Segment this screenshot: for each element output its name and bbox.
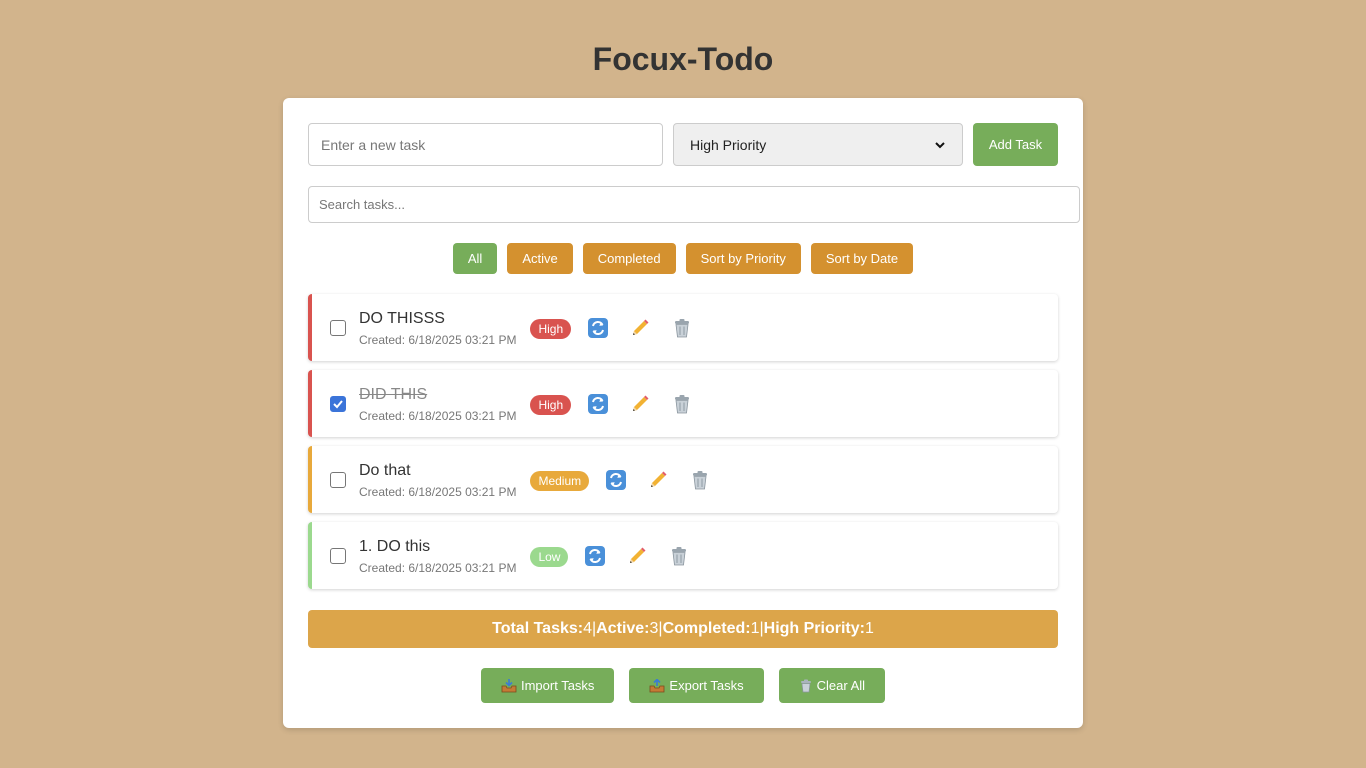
filter-bar: All Active Completed Sort by Priority Sort b… bbox=[283, 243, 1083, 274]
pencil-icon bbox=[651, 471, 667, 487]
pencil-icon bbox=[630, 547, 646, 563]
task-name: DO THISSS bbox=[359, 309, 445, 327]
filter-sort-by-date-button[interactable]: Sort by Date bbox=[810, 243, 914, 274]
trash-icon bbox=[675, 318, 690, 337]
export-tasks-button[interactable]: Export Tasks bbox=[629, 668, 764, 703]
priority-badge: High bbox=[530, 394, 572, 415]
task-checkbox[interactable] bbox=[330, 471, 346, 488]
task-created-date: Created: 6/18/2025 03:21 PM bbox=[359, 408, 517, 423]
edit-task-button[interactable] bbox=[629, 393, 651, 415]
stats-completed-label: Completed: bbox=[662, 620, 751, 637]
stats-high-label: High Priority: bbox=[763, 620, 865, 637]
todo-card: High Priority Add Task All Active Complete… bbox=[283, 98, 1083, 728]
task-name: 1. DO this bbox=[359, 537, 431, 555]
import-tasks-button[interactable]: Import Tasks bbox=[480, 668, 615, 703]
stats-bar: Total Tasks: 4 | Active: 3 | Completed: … bbox=[308, 610, 1058, 648]
filter-all-button[interactable]: All bbox=[452, 243, 498, 274]
filter-sort-by-priority-button[interactable]: Sort by Priority bbox=[685, 243, 801, 274]
task-text: DO THISSS Created: 6/18/2025 03:21 PM bbox=[359, 309, 516, 347]
priority-badge: High bbox=[530, 318, 572, 339]
delete-task-button[interactable] bbox=[671, 393, 693, 415]
priority-select[interactable]: High Priority bbox=[673, 123, 963, 166]
inbox-tray-icon bbox=[501, 678, 517, 692]
task-text: Do that Created: 6/18/2025 03:21 PM bbox=[359, 461, 516, 499]
toggle-priority-button[interactable] bbox=[584, 545, 606, 567]
stats-active-value: 3 bbox=[649, 620, 659, 637]
pencil-icon bbox=[633, 395, 649, 411]
add-task-button[interactable]: Add Task bbox=[973, 123, 1058, 166]
edit-task-button[interactable] bbox=[629, 317, 651, 339]
priority-badge: Medium bbox=[530, 470, 590, 491]
delete-task-button[interactable] bbox=[689, 469, 711, 491]
outbox-tray-icon bbox=[650, 678, 665, 692]
checkmark-icon bbox=[333, 399, 343, 408]
clear-all-button[interactable]: Clear All bbox=[778, 668, 886, 703]
delete-task-button[interactable] bbox=[668, 545, 690, 567]
priority-select-value: High Priority bbox=[690, 136, 767, 153]
repeat-icon bbox=[585, 545, 606, 566]
task-checkbox[interactable] bbox=[330, 319, 346, 336]
task-checkbox[interactable] bbox=[330, 395, 346, 412]
trash-icon bbox=[675, 394, 690, 413]
trash-icon bbox=[800, 679, 811, 692]
repeat-icon bbox=[588, 393, 609, 414]
stats-completed-value: 1 bbox=[750, 620, 760, 637]
task-text: 1. DO this Created: 6/18/2025 03:21 PM bbox=[359, 537, 516, 575]
task-item: DO THISSS Created: 6/18/2025 03:21 PM High bbox=[308, 294, 1058, 361]
filter-active-button[interactable]: Active bbox=[507, 243, 573, 274]
task-item: Do that Created: 6/18/2025 03:21 PM Medium bbox=[308, 446, 1058, 513]
task-name: DID THIS bbox=[359, 385, 428, 403]
toggle-priority-button[interactable] bbox=[605, 469, 627, 491]
delete-task-button[interactable] bbox=[671, 317, 693, 339]
export-tasks-label: Export Tasks bbox=[669, 678, 744, 693]
task-item: 1. DO this Created: 6/18/2025 03:21 PM Low bbox=[308, 522, 1058, 589]
task-created-date: Created: 6/18/2025 03:21 PM bbox=[359, 332, 517, 347]
repeat-icon bbox=[588, 317, 609, 338]
task-item: DID THIS Created: 6/18/2025 03:21 PM High bbox=[308, 370, 1058, 437]
edit-task-button[interactable] bbox=[626, 545, 648, 567]
trash-icon bbox=[693, 470, 708, 489]
toggle-priority-button[interactable] bbox=[587, 317, 609, 339]
task-text: DID THIS Created: 6/18/2025 03:21 PM bbox=[359, 385, 516, 423]
app-title: Focux-Todo bbox=[592, 41, 774, 77]
bottom-actions: Import Tasks Export Tasks Clear All bbox=[283, 668, 1083, 703]
task-name: Do that bbox=[359, 461, 411, 479]
task-list: DO THISSS Created: 6/18/2025 03:21 PM High… bbox=[308, 294, 1058, 598]
repeat-icon bbox=[606, 469, 627, 490]
filter-completed-button[interactable]: Completed bbox=[582, 243, 676, 274]
trash-icon bbox=[672, 546, 687, 565]
edit-task-button[interactable] bbox=[647, 469, 669, 491]
stats-total-value: 4 bbox=[583, 620, 592, 637]
clear-all-label: Clear All bbox=[816, 678, 866, 693]
new-task-input[interactable] bbox=[308, 123, 663, 166]
chevron-down-icon bbox=[935, 141, 945, 148]
toggle-priority-button[interactable] bbox=[587, 393, 609, 415]
search-input[interactable] bbox=[308, 186, 1080, 223]
import-tasks-label: Import Tasks bbox=[520, 678, 595, 693]
task-checkbox[interactable] bbox=[330, 547, 346, 564]
task-created-date: Created: 6/18/2025 03:21 PM bbox=[359, 484, 517, 499]
stats-active-label: Active: bbox=[596, 620, 650, 637]
stats-high-value: 1 bbox=[864, 620, 874, 637]
pencil-icon bbox=[633, 319, 649, 335]
priority-badge: Low bbox=[530, 546, 569, 567]
task-created-date: Created: 6/18/2025 03:21 PM bbox=[359, 560, 517, 575]
stats-total-label: Total Tasks: bbox=[492, 620, 584, 637]
